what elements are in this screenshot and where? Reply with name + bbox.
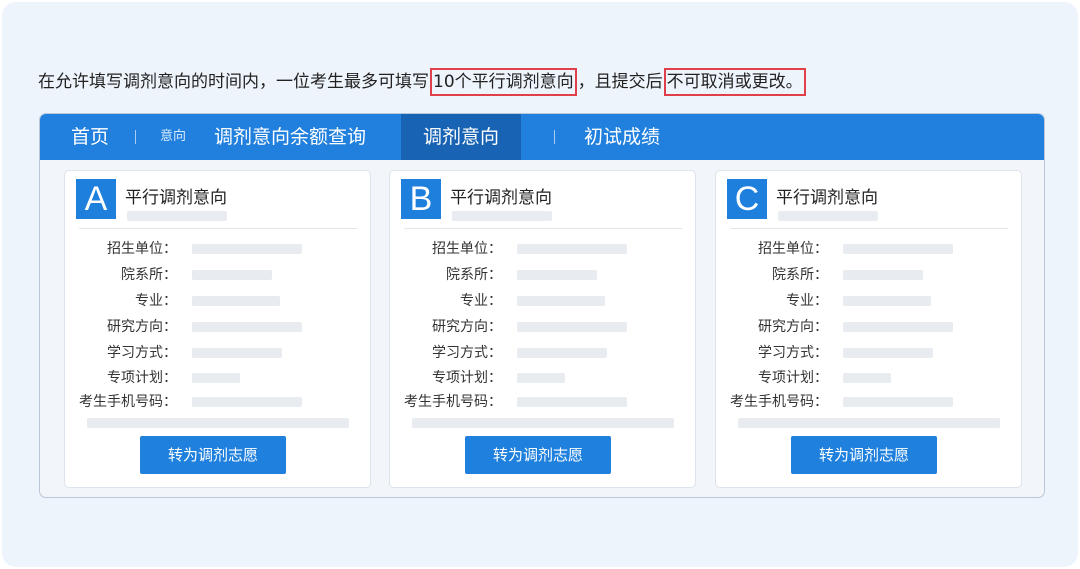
field-label-special-plan: 专项计划： [432,370,502,386]
intent-card-a: A 平行调剂意向 招生单位： 院系所： 专业： 研究方向： 学习方式： 专项计划… [64,170,371,488]
divider [79,228,357,229]
field-label-research: 研究方向： [107,319,177,335]
card-title: 平行调剂意向 [776,188,878,208]
placeholder-value [843,322,953,332]
placeholder-value [192,373,240,383]
placeholder-bar-wide [87,418,349,428]
placeholder-bar [778,211,878,221]
background-panel: 在允许填写调剂意向的时间内，一位考生最多可填写 10个平行调剂意向 ，且提交后 不可取… [2,2,1078,567]
placeholder-value [517,296,605,306]
field-label-major: 专业： [460,293,502,309]
field-label-study-mode: 学习方式： [758,345,828,361]
placeholder-value [192,270,272,280]
convert-to-volunteer-button[interactable]: 转为调剂志愿 [140,436,286,474]
nav-intent-small[interactable]: 意向 [160,114,186,160]
field-label-research: 研究方向： [432,319,502,335]
nav-initial-scores[interactable]: 初试成绩 [584,114,660,160]
app-window: 首页 意向 调剂意向余额查询 调剂意向 初试成绩 A 平行调剂意向 招生单位： … [39,113,1045,498]
intro-part-1: 在允许填写调剂意向的时间内，一位考生最多可填写 [38,72,429,92]
field-label-dept: 院系所： [446,267,502,283]
placeholder-value [517,270,597,280]
placeholder-value [843,348,933,358]
placeholder-value [192,296,280,306]
badge-c: C [727,179,767,219]
placeholder-value [192,348,282,358]
placeholder-value [843,373,891,383]
nav-adjust-intent[interactable]: 调剂意向 [401,114,522,160]
badge-b: B [401,179,441,219]
field-label-unit: 招生单位： [432,241,502,257]
placeholder-value [517,244,627,254]
field-label-unit: 招生单位： [107,241,177,257]
top-nav: 首页 意向 调剂意向余额查询 调剂意向 初试成绩 [40,114,1044,160]
placeholder-value [517,322,627,332]
field-label-special-plan: 专项计划： [758,370,828,386]
divider [404,228,682,229]
nav-balance-query[interactable]: 调剂意向余额查询 [214,114,366,160]
convert-to-volunteer-button[interactable]: 转为调剂志愿 [791,436,937,474]
intro-text: 在允许填写调剂意向的时间内，一位考生最多可填写 10个平行调剂意向 ，且提交后 不可取… [38,68,807,96]
field-label-special-plan: 专项计划： [107,370,177,386]
placeholder-value [192,397,302,407]
field-label-phone: 考生手机号码： [79,394,177,410]
field-label-phone: 考生手机号码： [404,394,502,410]
field-label-major: 专业： [135,293,177,309]
field-label-dept: 院系所： [121,267,177,283]
nav-separator [554,130,555,144]
card-title: 平行调剂意向 [125,188,227,208]
placeholder-bar-wide [412,418,674,428]
field-label-phone: 考生手机号码： [730,394,828,410]
intent-card-c: C 平行调剂意向 招生单位： 院系所： 专业： 研究方向： 学习方式： 专项计划… [715,170,1022,488]
placeholder-bar [127,211,227,221]
field-label-dept: 院系所： [772,267,828,283]
badge-a: A [76,179,116,219]
field-label-study-mode: 学习方式： [432,345,502,361]
placeholder-value [843,270,923,280]
placeholder-bar [452,211,552,221]
divider [730,228,1008,229]
intent-card-b: B 平行调剂意向 招生单位： 院系所： 专业： 研究方向： 学习方式： 专项计划… [389,170,696,488]
card-title: 平行调剂意向 [450,188,552,208]
field-label-study-mode: 学习方式： [107,345,177,361]
placeholder-value [192,322,302,332]
nav-home[interactable]: 首页 [71,114,109,160]
nav-separator [135,130,136,144]
placeholder-value [517,397,627,407]
placeholder-value [192,244,302,254]
field-label-unit: 招生单位： [758,241,828,257]
placeholder-bar-wide [738,418,1000,428]
convert-to-volunteer-button[interactable]: 转为调剂志愿 [465,436,611,474]
field-label-major: 专业： [786,293,828,309]
highlight-max-intents: 10个平行调剂意向 [430,68,577,96]
placeholder-value [517,348,607,358]
field-label-research: 研究方向： [758,319,828,335]
placeholder-value [843,296,931,306]
intro-part-2: ，且提交后 [577,72,663,92]
placeholder-value [517,373,565,383]
highlight-no-cancel: 不可取消或更改。 [663,68,806,96]
placeholder-value [843,244,953,254]
placeholder-value [843,397,953,407]
